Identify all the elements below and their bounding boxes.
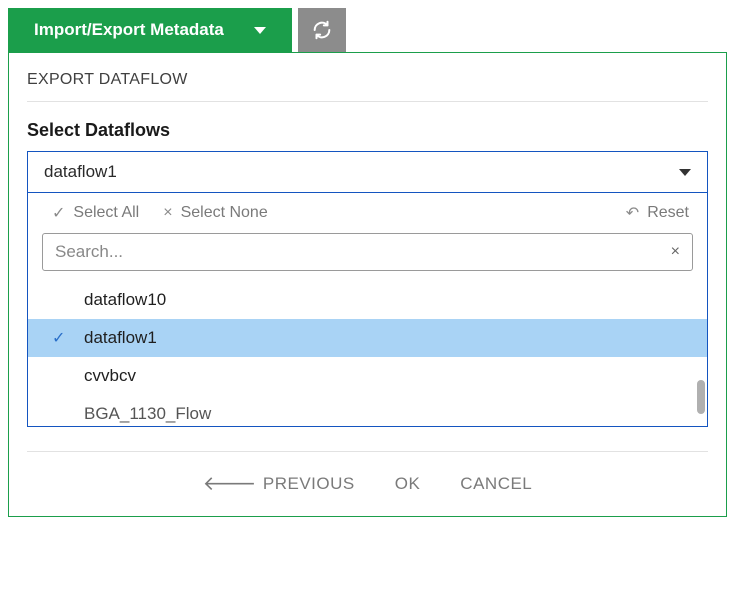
check-icon: ✓ [52,203,65,223]
chevron-down-icon [254,27,266,34]
option-label: BGA_1130_Flow [84,404,211,424]
check-icon: ✓ [52,328,70,348]
list-item[interactable]: ✓ dataflow10 [28,281,707,319]
select-all-button[interactable]: ✓ Select All [52,203,139,223]
reset-label: Reset [647,204,689,222]
dropdown-selected[interactable]: dataflow1 [27,151,708,193]
clear-search-button[interactable]: × [671,243,680,261]
select-all-label: Select All [73,204,139,222]
refresh-button[interactable] [298,8,346,52]
cancel-button[interactable]: CANCEL [460,474,532,494]
option-label: dataflow10 [84,290,166,310]
search-input[interactable] [55,242,671,262]
scrollbar-thumb[interactable] [697,380,705,414]
option-label: dataflow1 [84,328,157,348]
search-box: × [42,233,693,271]
list-item[interactable]: ✓ dataflow1 [28,319,707,357]
previous-label: PREVIOUS [263,474,355,494]
ok-label: OK [395,474,421,494]
panel-title: EXPORT DATAFLOW [27,71,708,102]
scrollbar[interactable] [695,283,705,424]
select-none-button[interactable]: × Select None [163,204,268,222]
reset-button[interactable]: ↶ Reset [626,203,689,223]
list-item[interactable]: ✓ BGA_1130_Flow [28,395,707,426]
section-label: Select Dataflows [27,120,708,141]
import-export-metadata-button[interactable]: Import/Export Metadata [8,8,292,52]
refresh-icon [311,19,333,41]
export-dataflow-panel: EXPORT DATAFLOW Select Dataflows dataflo… [8,52,727,517]
x-icon: × [163,204,172,222]
dropdown-selected-value: dataflow1 [44,162,117,182]
option-label: cvvbcv [84,366,136,386]
caret-down-icon [679,169,691,176]
dropdown-header: ✓ Select All × Select None ↶ Reset [28,193,707,233]
dropdown-panel: ✓ Select All × Select None ↶ Reset × [27,193,708,427]
arrow-left-icon: 🡐 [203,474,257,494]
footer-bar: 🡐 PREVIOUS OK CANCEL [27,451,708,494]
cancel-label: CANCEL [460,474,532,494]
select-none-label: Select None [181,204,268,222]
import-export-label: Import/Export Metadata [34,20,224,40]
options-list[interactable]: ✓ dataflow10 ✓ dataflow1 ✓ cvvbcv ✓ BGA_… [28,281,707,426]
ok-button[interactable]: OK [395,474,421,494]
undo-icon: ↶ [626,203,639,223]
list-item[interactable]: ✓ cvvbcv [28,357,707,395]
previous-button[interactable]: 🡐 PREVIOUS [203,474,355,494]
dataflows-dropdown: dataflow1 ✓ Select All × Select None ↶ R… [27,151,708,427]
